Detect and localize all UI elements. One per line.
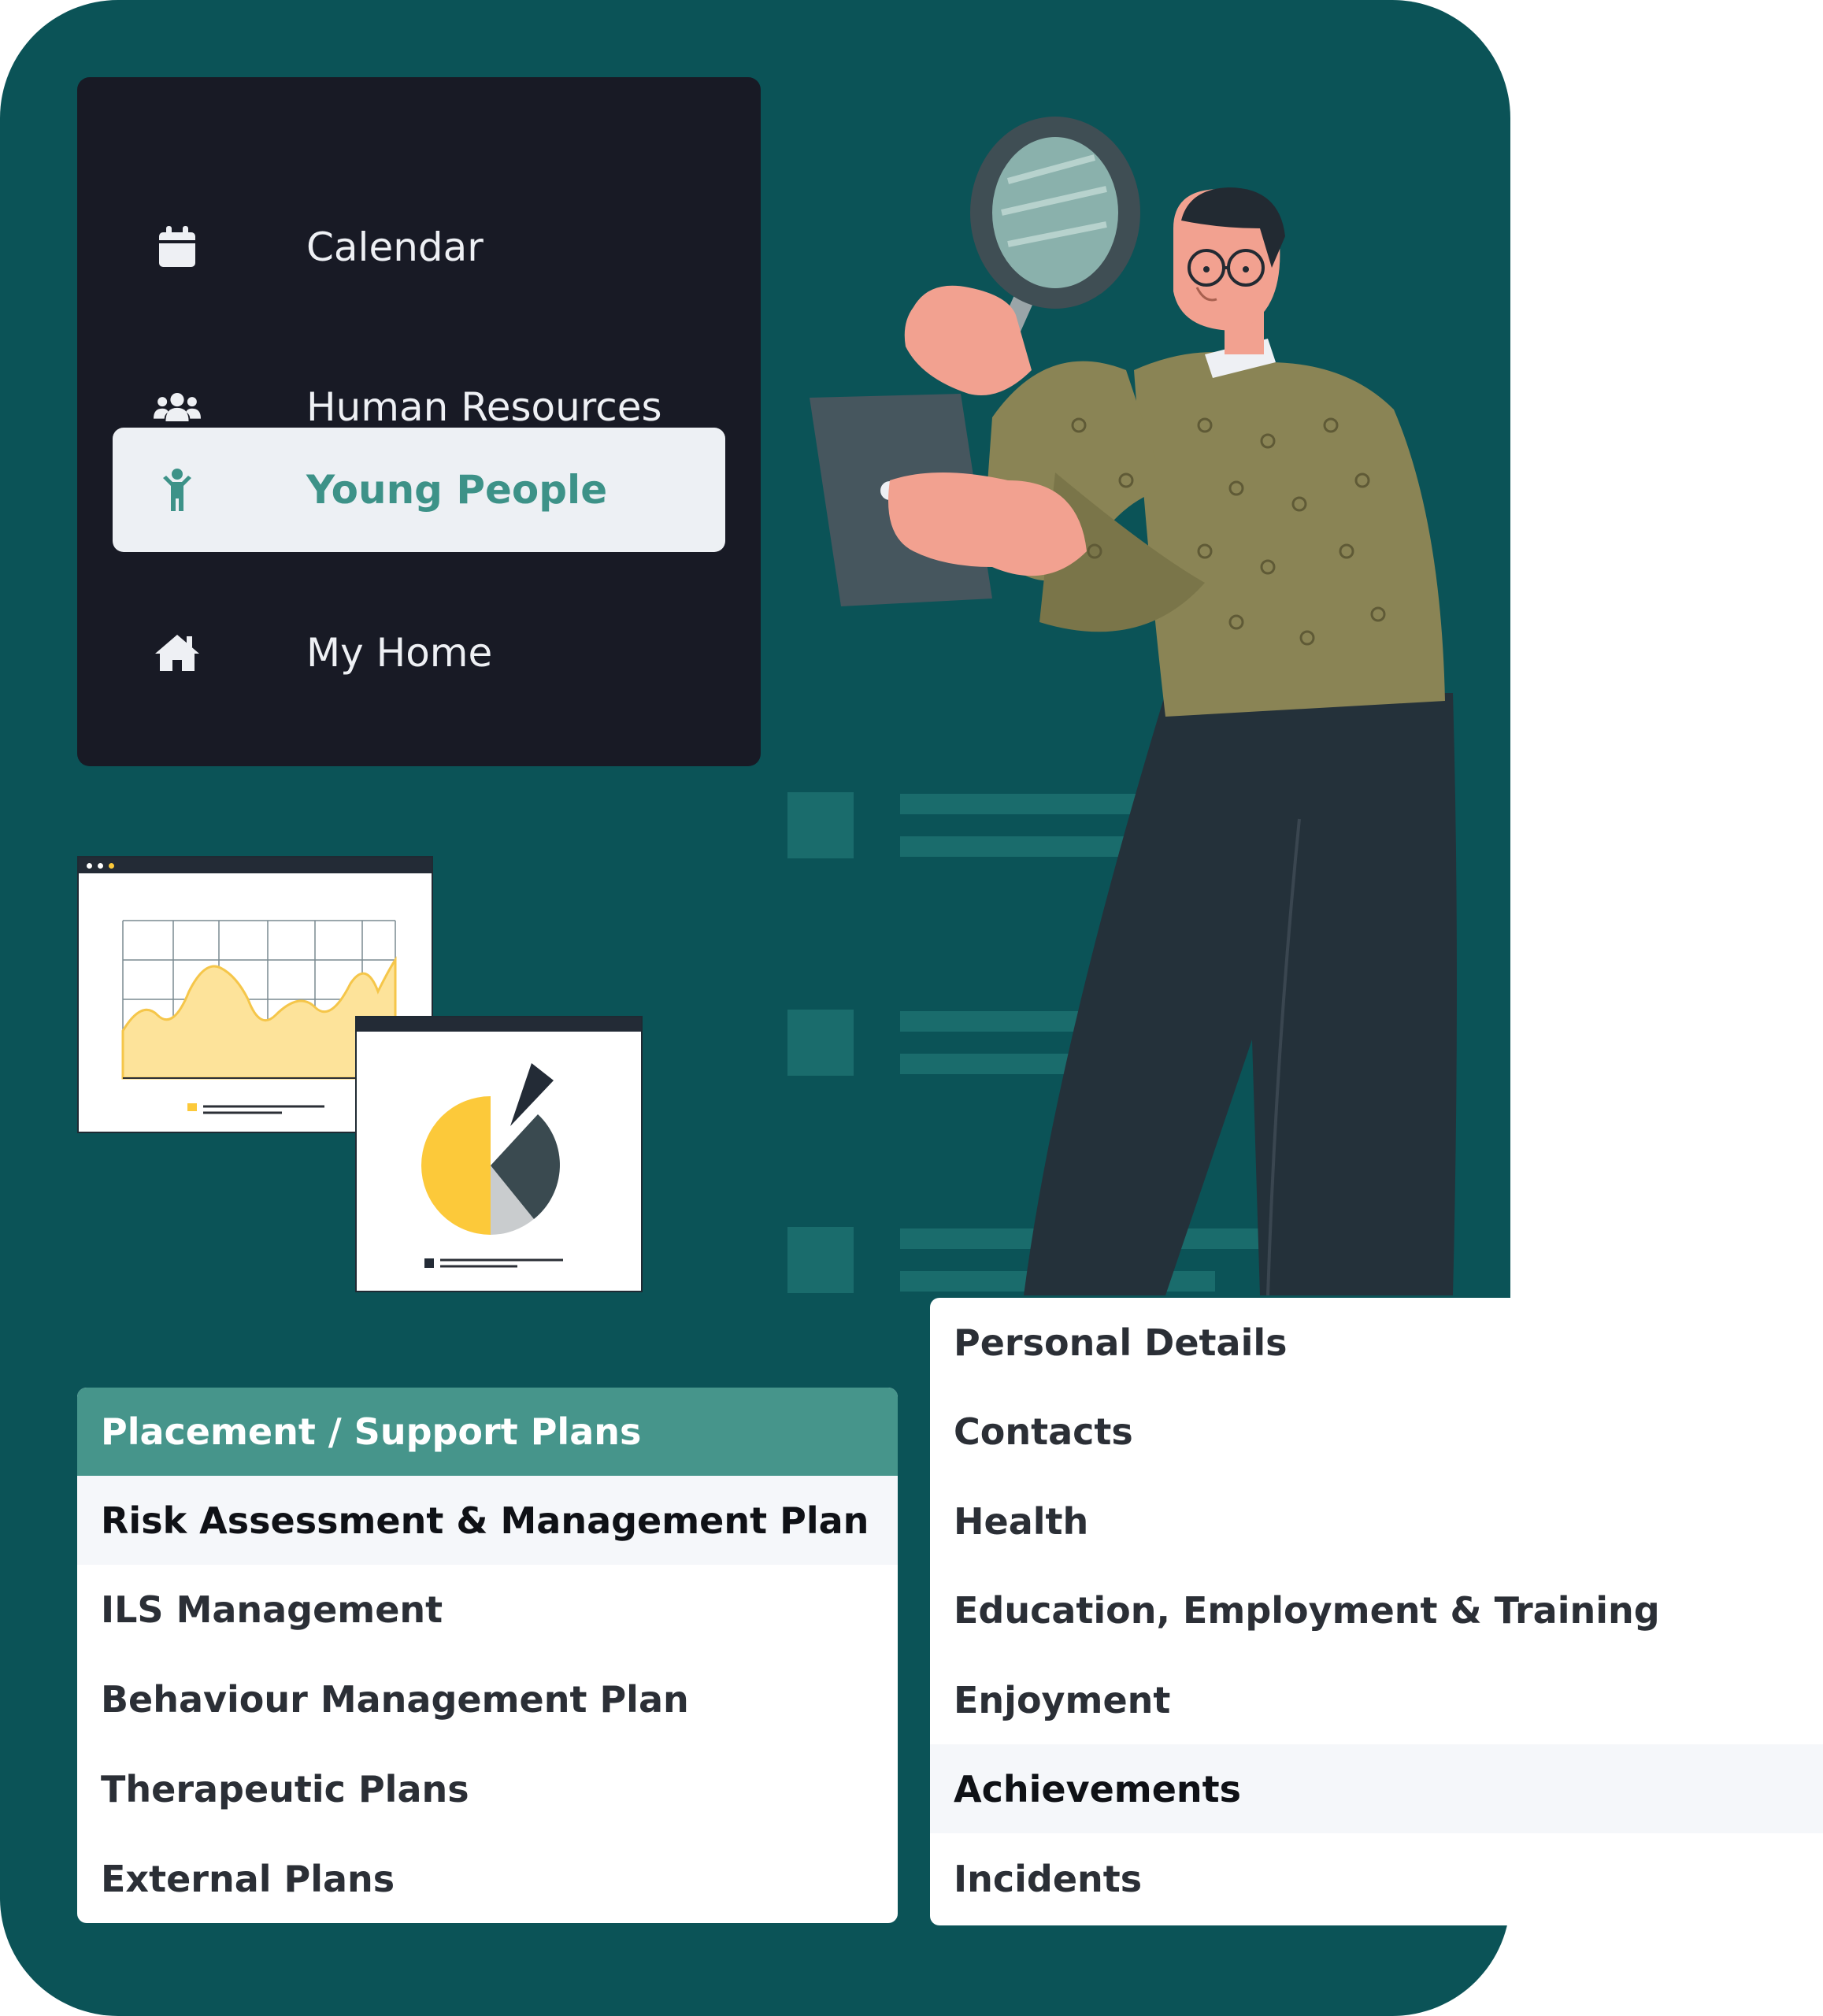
profile-menu-item[interactable]: Health	[930, 1477, 1823, 1566]
sidebar-item-label: My Home	[306, 630, 493, 676]
users-icon	[154, 384, 201, 431]
calendar-icon	[154, 224, 201, 271]
window-titlebar	[357, 1017, 641, 1032]
profile-menu-item[interactable]: Contacts	[930, 1387, 1823, 1476]
plans-card-header: Placement / Support Plans	[77, 1388, 898, 1476]
profile-menu-item[interactable]: Incidents	[930, 1834, 1823, 1923]
child-icon	[154, 466, 201, 513]
sidebar-item-calendar[interactable]: Calendar	[113, 185, 725, 309]
profile-sections-menu: Personal Details Contacts Health Educati…	[930, 1298, 1823, 1925]
profile-menu-item[interactable]: Enjoyment	[930, 1655, 1823, 1744]
profile-menu-item[interactable]: Education, Employment & Training	[930, 1566, 1823, 1655]
window-titlebar	[79, 858, 432, 873]
person-illustration	[810, 117, 1457, 1296]
plans-item[interactable]: ILS Management	[77, 1565, 898, 1654]
sidebar-item-label: Human Resources	[306, 384, 662, 430]
plans-card-title: Placement / Support Plans	[101, 1410, 642, 1453]
sidebar-item-label: Young People	[306, 467, 608, 513]
plans-item[interactable]: Risk Assessment & Management Plan	[77, 1476, 898, 1565]
profile-menu-item[interactable]: Personal Details	[930, 1298, 1823, 1387]
pie-chart-window	[355, 1016, 643, 1292]
pie-chart-graphic	[421, 1063, 563, 1268]
plans-item[interactable]: Behaviour Management Plan	[77, 1655, 898, 1744]
sidebar-nav: Calendar Human Resources Young People My…	[77, 77, 761, 766]
plans-item[interactable]: Therapeutic Plans	[77, 1744, 898, 1833]
plans-item[interactable]: External Plans	[77, 1834, 898, 1923]
plans-card: Placement / Support Plans Risk Assessmen…	[77, 1388, 898, 1923]
home-icon	[154, 629, 201, 676]
sidebar-item-label: Calendar	[306, 224, 484, 270]
sidebar-item-young-people[interactable]: Young People	[113, 428, 725, 552]
profile-menu-item[interactable]: Achievements	[930, 1744, 1823, 1833]
sidebar-item-my-home[interactable]: My Home	[113, 591, 725, 715]
